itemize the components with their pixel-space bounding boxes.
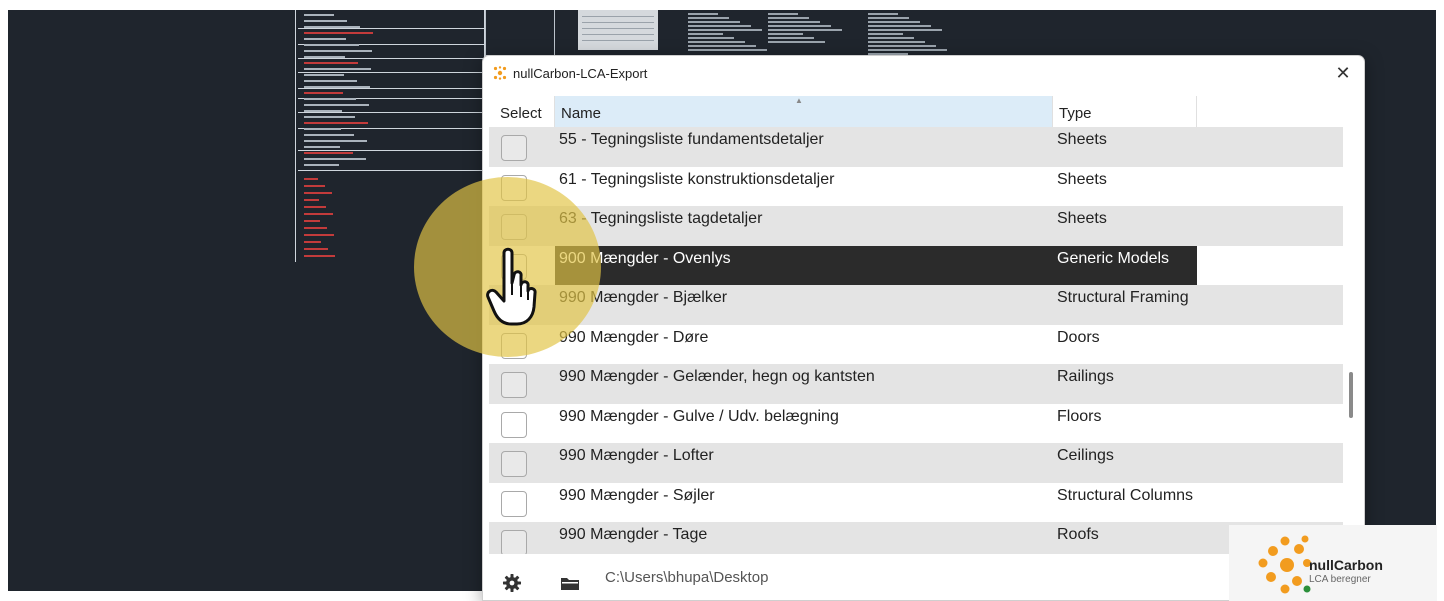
row-type: Doors: [1057, 328, 1100, 346]
logo-subtitle: LCA beregner: [1309, 574, 1371, 585]
table-row[interactable]: 990 Mængder - Bjælker Structural Framing: [489, 285, 1343, 325]
row-name: 990 Mængder - Bjælker: [559, 289, 728, 306]
row-type: Sheets: [1057, 210, 1107, 227]
row-type: Railings: [1057, 368, 1114, 385]
drawing-sheet-panel: [295, 10, 485, 262]
row-type: Ceilings: [1057, 447, 1114, 464]
table-row[interactable]: 990 Mængder - Gelænder, hegn og kantsten…: [489, 364, 1343, 404]
row-name: 900 Mængder - Ovenlys: [559, 249, 731, 267]
export-path[interactable]: C:\Users\bhupa\Desktop: [605, 569, 768, 586]
logo-name: nullCarbon: [1309, 557, 1383, 573]
row-select-checkbox[interactable]: [501, 135, 527, 161]
row-select-checkbox[interactable]: [501, 332, 527, 359]
column-header-name[interactable]: ▲ Name: [555, 96, 1053, 127]
row-type: Sheets: [1057, 131, 1107, 148]
grid-rows: 55 - Tegningsliste fundamentsdetaljer She…: [489, 127, 1347, 554]
row-type: Roofs: [1057, 526, 1099, 543]
row-type: Structural Columns: [1057, 486, 1194, 504]
nullcarbon-logo-mark-icon: [1258, 535, 1311, 594]
table-row[interactable]: 990 Mængder - Lofter Ceilings: [489, 443, 1343, 483]
close-button[interactable]: ✕: [1330, 60, 1356, 86]
grid-header: Select ▲ Name Type: [489, 96, 1347, 127]
folder-icon[interactable]: [559, 573, 581, 593]
row-name: 990 Mængder - Gelænder, hegn og kantsten: [559, 368, 875, 385]
row-type: Floors: [1057, 407, 1102, 425]
gear-icon[interactable]: [502, 573, 522, 593]
close-icon: ✕: [1335, 62, 1351, 83]
row-select-checkbox[interactable]: [501, 214, 527, 240]
table-row[interactable]: 990 Mængder - Gulve / Udv. belægning Floo…: [489, 404, 1343, 444]
row-name: 990 Mængder - Gulve / Udv. belægning: [559, 407, 839, 425]
title-bar: nullCarbon-LCA-Export ✕: [483, 56, 1364, 90]
row-name: 990 Mængder - Søjler: [559, 486, 715, 504]
row-select-checkbox[interactable]: [501, 253, 527, 280]
row-name: 990 Mængder - Døre: [559, 328, 709, 346]
column-header-name-label: Name: [561, 105, 602, 122]
row-select-checkbox[interactable]: [501, 451, 527, 477]
row-name: 61 - Tegningsliste konstruktionsdetaljer: [559, 170, 835, 188]
row-select-checkbox[interactable]: [501, 372, 527, 398]
column-header-type[interactable]: Type: [1053, 96, 1197, 127]
row-name: 55 - Tegningsliste fundamentsdetaljer: [559, 131, 824, 148]
row-select-checkbox[interactable]: [501, 530, 527, 554]
vertical-scrollbar[interactable]: [1349, 372, 1353, 418]
row-type: Structural Framing: [1057, 289, 1189, 306]
lca-export-dialog: nullCarbon-LCA-Export ✕ Select ▲ Name Ty…: [482, 55, 1365, 601]
schedule-grid: Select ▲ Name Type 55 - Tegningsliste fu…: [489, 96, 1347, 554]
row-name: 990 Mængder - Tage: [559, 526, 708, 543]
row-select-checkbox[interactable]: [501, 411, 527, 438]
row-select-checkbox[interactable]: [501, 490, 527, 517]
table-row[interactable]: 990 Mængder - Tage Roofs: [489, 522, 1343, 554]
drawing-sheet-table: [578, 10, 658, 50]
window-title: nullCarbon-LCA-Export: [513, 66, 648, 81]
table-row[interactable]: 900 Mængder - Ovenlys Generic Models: [489, 245, 1343, 285]
table-row[interactable]: 61 - Tegningsliste konstruktionsdetaljer…: [489, 167, 1343, 207]
table-row[interactable]: 55 - Tegningsliste fundamentsdetaljer She…: [489, 127, 1343, 167]
nullcarbon-brand-logo: nullCarbon LCA beregner: [1229, 525, 1437, 601]
table-row[interactable]: 63 - Tegningsliste tagdetaljer Sheets: [489, 206, 1343, 246]
table-row[interactable]: 990 Mængder - Døre Doors: [489, 325, 1343, 365]
row-type: Generic Models: [1057, 249, 1170, 267]
row-name: 990 Mængder - Lofter: [559, 447, 714, 464]
column-header-select[interactable]: Select: [489, 96, 555, 127]
row-type: Sheets: [1057, 170, 1107, 188]
row-select-checkbox[interactable]: [501, 174, 527, 201]
row-select-checkbox[interactable]: [501, 293, 527, 319]
drawing-sheet-panel-2: [485, 10, 555, 56]
sort-ascending-icon: ▲: [795, 96, 803, 105]
row-name: 63 - Tegningsliste tagdetaljer: [559, 210, 763, 227]
nullcarbon-logo-icon: [493, 66, 507, 80]
table-row[interactable]: 990 Mængder - Søjler Structural Columns: [489, 483, 1343, 523]
